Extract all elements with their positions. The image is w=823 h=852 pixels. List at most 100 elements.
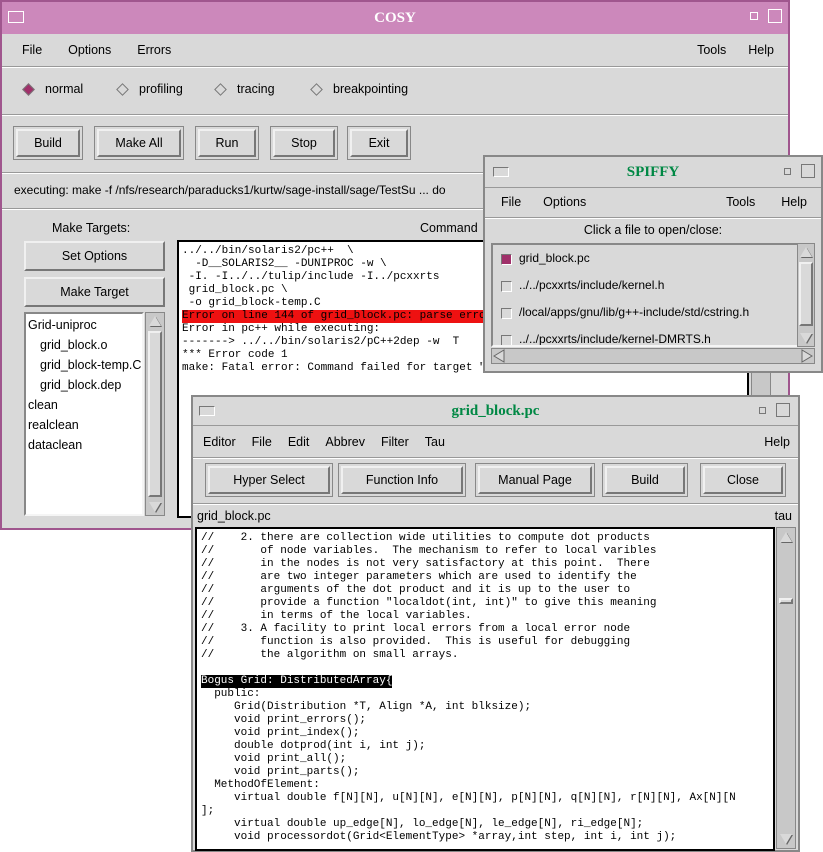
radio-indicator <box>116 82 129 96</box>
target-item[interactable]: realclean <box>26 415 142 435</box>
cosy-menubar: File Options Errors Tools Help <box>6 40 784 60</box>
menu-filter[interactable]: Filter <box>373 435 417 449</box>
close-button[interactable]: Close <box>703 466 783 494</box>
menu-tau[interactable]: Tau <box>417 435 453 449</box>
code-line: // in terms of the local variables. <box>201 610 472 622</box>
menu-options[interactable]: Options <box>529 195 594 209</box>
divider <box>193 503 798 505</box>
executing-status: executing: make -f /nfs/research/paraduc… <box>14 183 446 197</box>
target-item[interactable]: dataclean <box>26 435 142 455</box>
exit-button[interactable]: Exit <box>350 129 408 157</box>
scroll-thumb[interactable] <box>779 598 793 604</box>
divider <box>193 457 798 459</box>
scroll-up-icon[interactable] <box>800 247 812 257</box>
editor-titlebar[interactable]: grid_block.pc <box>193 397 798 426</box>
horizontal-scroll-arrows-icon[interactable] <box>492 349 814 363</box>
target-item[interactable]: grid_block-temp.C <box>26 355 142 375</box>
file-item[interactable]: /local/apps/gnu/lib/g++-include/std/cstr… <box>493 303 793 323</box>
radio-breakpointing[interactable]: breakpointing <box>310 82 408 96</box>
maximize-icon[interactable] <box>801 164 815 178</box>
editor-filename: grid_block.pc <box>197 509 271 523</box>
hyper-select-button[interactable]: Hyper Select <box>208 466 330 494</box>
radio-profiling[interactable]: profiling <box>116 82 183 96</box>
command-label: Command <box>420 221 478 235</box>
scroll-up-icon[interactable] <box>780 532 792 542</box>
radio-indicator <box>22 82 35 96</box>
spiffy-title: SPIFFY <box>626 163 680 180</box>
file-list-vscrollbar[interactable] <box>797 243 815 347</box>
code-scrollbar[interactable] <box>776 527 796 849</box>
file-item[interactable]: ../../pcxxrts/include/kernel.h <box>493 276 793 296</box>
file-item[interactable]: grid_block.pc <box>493 249 793 269</box>
scroll-up-icon[interactable] <box>149 316 161 326</box>
code-area[interactable]: // 2. there are collection wide utilitie… <box>195 527 775 851</box>
file-checkbox[interactable] <box>501 281 512 292</box>
spiffy-prompt: Click a file to open/close: <box>583 223 723 237</box>
file-item[interactable]: ../../pcxxrts/include/kernel-DMRTS.h <box>493 330 793 346</box>
target-item[interactable]: grid_block.o <box>26 335 142 355</box>
stop-button[interactable]: Stop <box>273 129 335 157</box>
file-list: grid_block.pc ../../pcxxrts/include/kerne… <box>491 243 801 347</box>
menu-help[interactable]: Help <box>756 435 794 449</box>
code-line: Grid(Distribution *T, Align *A, int blks… <box>201 701 532 713</box>
file-label: ../../pcxxrts/include/kernel-DMRTS.h <box>519 332 711 346</box>
cosy-title: COSY <box>374 9 416 26</box>
minimize-icon[interactable] <box>750 12 758 20</box>
window-menu-icon[interactable] <box>8 11 24 23</box>
maximize-icon[interactable] <box>768 9 782 23</box>
menu-edit[interactable]: Edit <box>280 435 318 449</box>
code-line: // 3. A facility to print local errors f… <box>201 623 631 635</box>
minimize-icon[interactable] <box>784 168 791 175</box>
function-info-button[interactable]: Function Info <box>341 466 463 494</box>
make-all-button[interactable]: Make All <box>97 129 181 157</box>
spiffy-titlebar[interactable]: SPIFFY <box>485 157 821 188</box>
menu-editor[interactable]: Editor <box>197 435 244 449</box>
manual-page-button[interactable]: Manual Page <box>478 466 592 494</box>
targets-scrollbar[interactable] <box>145 312 165 516</box>
file-checkbox[interactable] <box>501 308 512 319</box>
file-checkbox[interactable] <box>501 254 512 265</box>
window-menu-icon[interactable] <box>199 406 215 416</box>
code-line: virtual double up_edge[N], lo_edge[N], l… <box>201 818 644 830</box>
code-line: MethodOfElement: <box>201 779 320 791</box>
scroll-down-icon[interactable] <box>780 834 792 844</box>
radio-normal[interactable]: normal <box>22 82 83 96</box>
file-checkbox[interactable] <box>501 335 512 345</box>
target-item[interactable]: Grid-uniproc <box>26 315 142 335</box>
target-item[interactable]: clean <box>26 395 142 415</box>
menu-file[interactable]: File <box>6 43 50 57</box>
window-menu-icon[interactable] <box>493 167 509 177</box>
target-item[interactable]: grid_block.dep <box>26 375 142 395</box>
menu-errors[interactable]: Errors <box>119 43 179 57</box>
code-line: // the algorithm on small arrays. <box>201 649 459 661</box>
editor-window: grid_block.pc Editor File Edit Abbrev Fi… <box>191 395 800 852</box>
maximize-icon[interactable] <box>776 403 790 417</box>
run-button[interactable]: Run <box>198 129 256 157</box>
menu-tools[interactable]: Tools <box>689 43 740 57</box>
spiffy-menubar: File Options Tools Help <box>489 193 817 211</box>
code-line: // 2. there are collection wide utilitie… <box>201 532 650 544</box>
set-options-button[interactable]: Set Options <box>24 241 165 271</box>
build-button[interactable]: Build <box>16 129 80 157</box>
code-line: void print_errors(); <box>201 714 367 726</box>
menu-options[interactable]: Options <box>50 43 119 57</box>
code-line: // in the nodes is not very satisfactory… <box>201 558 650 570</box>
radio-tracing[interactable]: tracing <box>214 82 275 96</box>
scroll-down-icon[interactable] <box>800 333 812 343</box>
menu-abbrev[interactable]: Abbrev <box>317 435 373 449</box>
minimize-icon[interactable] <box>759 407 766 414</box>
spiffy-window: SPIFFY File Options Tools Help Click a f… <box>483 155 823 373</box>
scroll-thumb[interactable] <box>148 331 162 497</box>
code-line: public: <box>201 688 261 700</box>
scroll-down-icon[interactable] <box>149 502 161 512</box>
menu-help[interactable]: Help <box>740 43 784 57</box>
make-target-button[interactable]: Make Target <box>24 277 165 307</box>
cosy-titlebar[interactable]: COSY <box>2 2 788 34</box>
menu-tools[interactable]: Tools <box>718 195 773 209</box>
menu-file[interactable]: File <box>244 435 280 449</box>
file-list-hscrollbar[interactable] <box>491 348 815 364</box>
menu-file[interactable]: File <box>489 195 529 209</box>
menu-help[interactable]: Help <box>773 195 817 209</box>
scroll-thumb[interactable] <box>799 262 813 326</box>
editor-build-button[interactable]: Build <box>605 466 685 494</box>
